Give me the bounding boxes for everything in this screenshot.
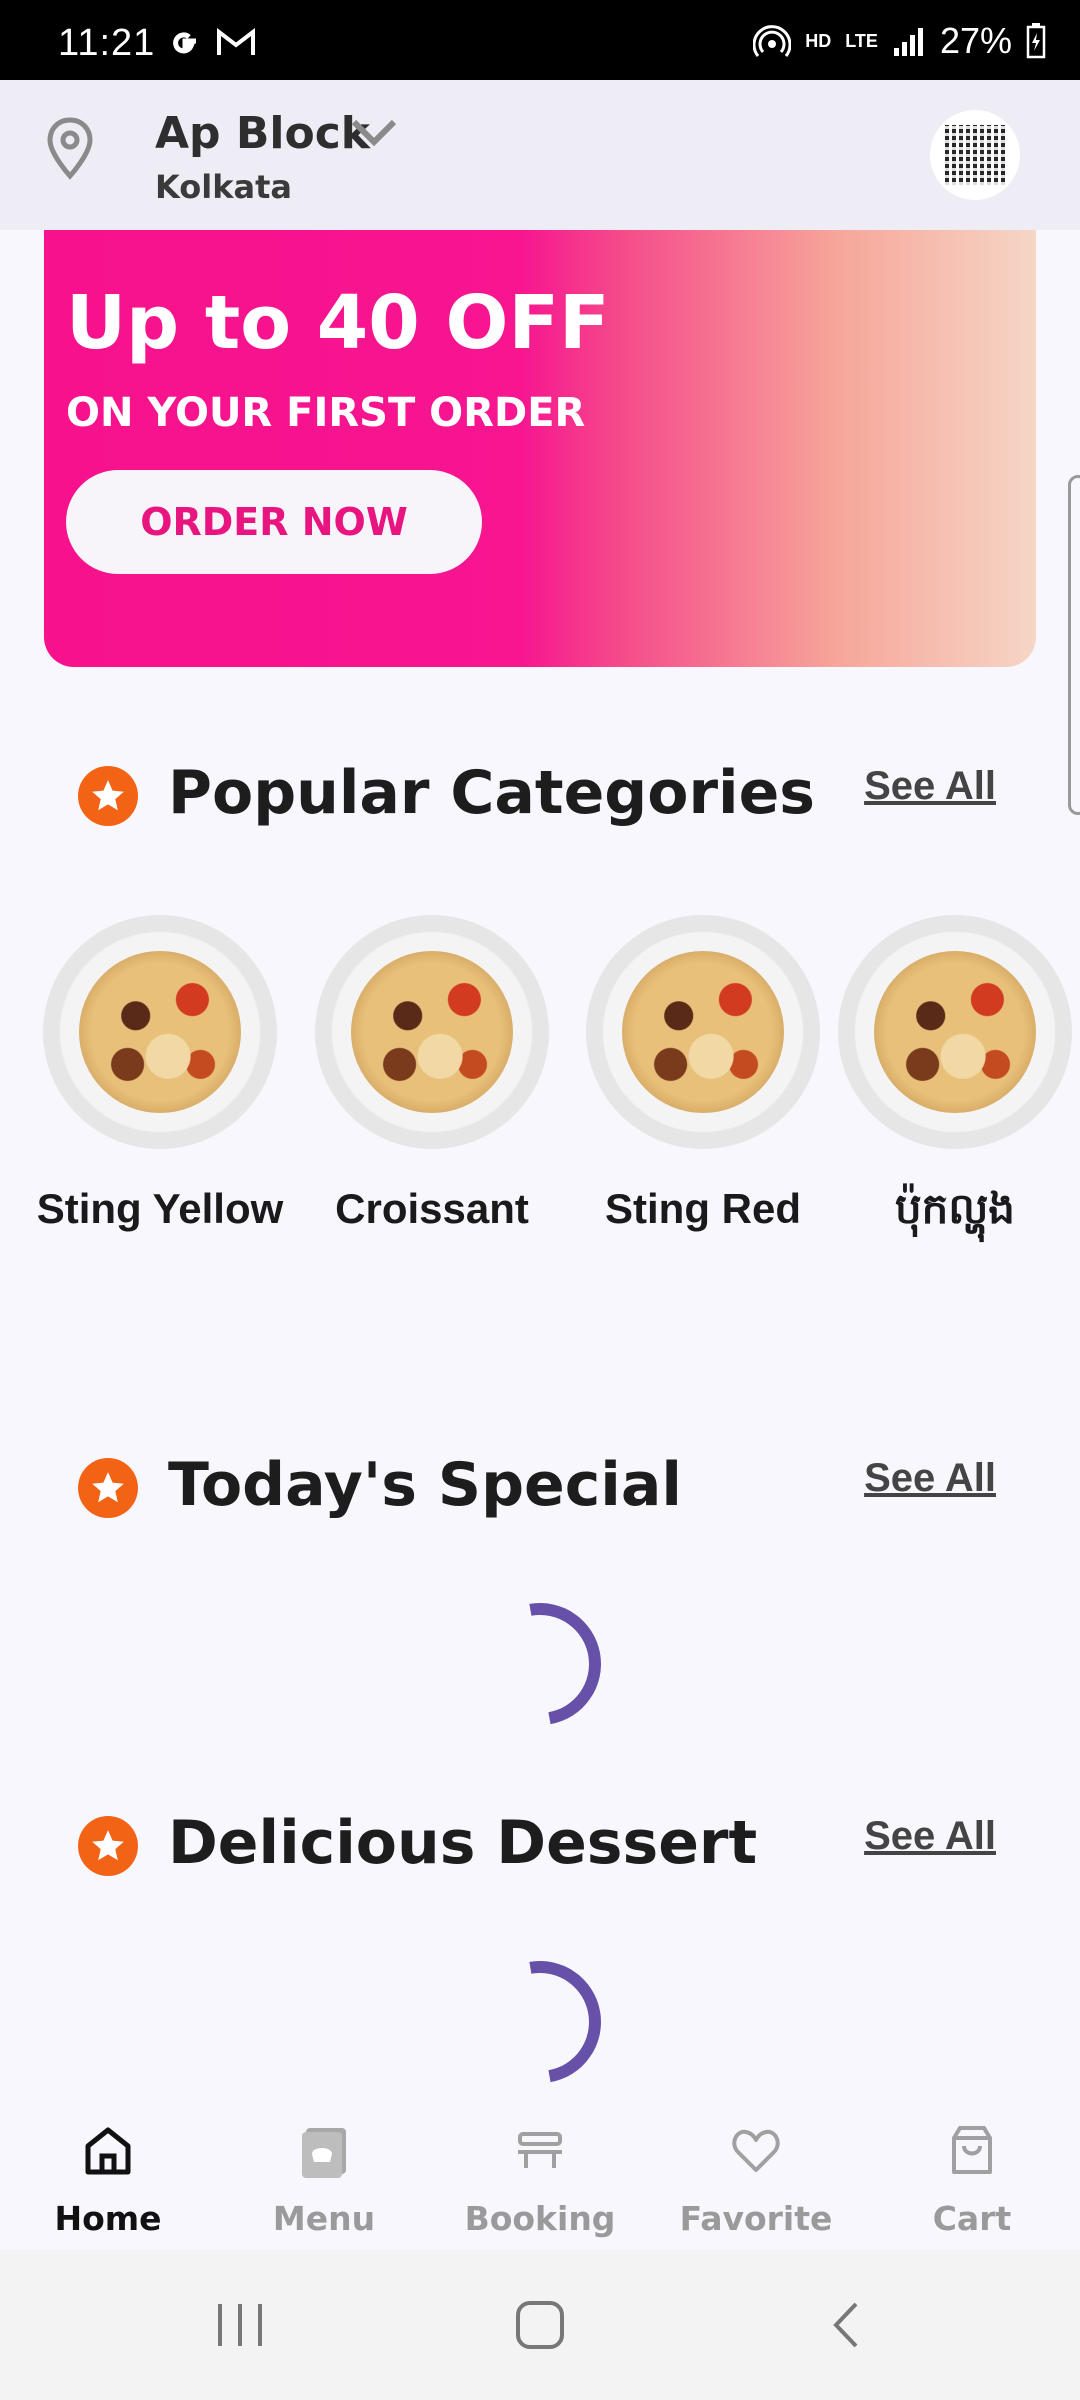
gmail-icon: [217, 28, 255, 55]
chevron-down-icon[interactable]: [348, 112, 400, 152]
category-image: [838, 915, 1072, 1149]
qr-code-button[interactable]: [930, 110, 1020, 200]
nav-label: Favorite: [679, 2199, 833, 2238]
section-title: Today's Special: [168, 1450, 682, 1520]
hd-label: HD: [805, 30, 832, 51]
category-item[interactable]: ប៉ុកល្ហុង: [830, 915, 1080, 1239]
promo-banner[interactable]: Up to 40 OFF ON YOUR FIRST ORDER ORDER N…: [44, 230, 1036, 667]
bottom-navigation: Home Menu Booking Favorite Cart: [0, 2100, 1080, 2250]
category-item[interactable]: Croissant: [307, 915, 557, 1239]
delicious-dessert-header: Delicious Dessert See All: [0, 1808, 1080, 1888]
category-image: [43, 915, 277, 1149]
google-g-icon: [173, 32, 196, 54]
nav-home[interactable]: Home: [0, 2120, 216, 2238]
category-label: ប៉ុកល្ហុង: [895, 1185, 1015, 1232]
status-bar: 11:21 HD LTE 27%: [0, 0, 1080, 80]
system-navigation-bar: [0, 2250, 1080, 2400]
category-label: Sting Red: [605, 1185, 801, 1232]
battery-charging-icon: [1026, 23, 1046, 59]
hotspot-icon: [753, 25, 792, 57]
location-header: Ap Block Kolkata: [0, 80, 1080, 230]
battery-percent: 27%: [939, 20, 1012, 61]
category-item[interactable]: Sting Yellow: [35, 915, 285, 1239]
nav-label: Cart: [932, 2199, 1012, 2238]
category-label: Sting Yellow: [36, 1185, 284, 1232]
menu-book-icon: [302, 2128, 346, 2178]
home-button-icon[interactable]: [512, 2300, 568, 2350]
table-icon: [518, 2132, 562, 2168]
star-icon: [78, 766, 138, 826]
see-all-link[interactable]: See All: [864, 1456, 996, 1501]
lte-label: LTE: [845, 30, 878, 51]
loading-spinner: [455, 1937, 625, 2107]
category-item[interactable]: Sting Red: [578, 915, 828, 1239]
signal-icon: [893, 28, 923, 56]
order-now-button[interactable]: ORDER NOW: [66, 470, 482, 574]
nav-favorite[interactable]: Favorite: [648, 2120, 864, 2238]
banner-subtitle: ON YOUR FIRST ORDER: [66, 390, 586, 436]
category-image: [586, 915, 820, 1149]
category-image: [315, 915, 549, 1149]
recent-apps-icon[interactable]: [210, 2300, 270, 2350]
nav-booking[interactable]: Booking: [432, 2120, 648, 2238]
bag-icon: [952, 2126, 992, 2174]
see-all-link[interactable]: See All: [864, 1814, 996, 1859]
location-subtitle: Kolkata: [155, 168, 292, 206]
popular-categories-header: Popular Categories See All: [0, 758, 1080, 838]
category-label: Croissant: [335, 1185, 529, 1232]
nav-label: Menu: [272, 2199, 376, 2238]
back-icon[interactable]: [822, 2300, 872, 2350]
app-screen: 11:21 HD LTE 27% Ap Block Kolkata Up to …: [0, 0, 1080, 2400]
nav-menu[interactable]: Menu: [216, 2120, 432, 2238]
category-list[interactable]: Sting Yellow Croissant Sting Red ប៉ុកល្ហ…: [0, 915, 1080, 1315]
nav-label: Booking: [464, 2199, 616, 2238]
home-icon: [85, 2127, 131, 2175]
nav-cart[interactable]: Cart: [864, 2120, 1080, 2238]
star-icon: [78, 1816, 138, 1876]
star-icon: [78, 1458, 138, 1518]
location-title[interactable]: Ap Block: [155, 108, 370, 159]
heart-icon: [732, 2129, 780, 2172]
banner-title: Up to 40 OFF: [66, 280, 610, 366]
see-all-link[interactable]: See All: [864, 764, 996, 809]
loading-spinner: [455, 1579, 625, 1749]
status-time: 11:21: [58, 22, 156, 64]
section-title: Popular Categories: [168, 758, 816, 828]
qr-code-icon: [945, 125, 1005, 185]
location-pin-icon: [47, 117, 93, 180]
section-title: Delicious Dessert: [168, 1808, 758, 1878]
todays-special-header: Today's Special See All: [0, 1450, 1080, 1530]
nav-label: Home: [54, 2199, 162, 2238]
